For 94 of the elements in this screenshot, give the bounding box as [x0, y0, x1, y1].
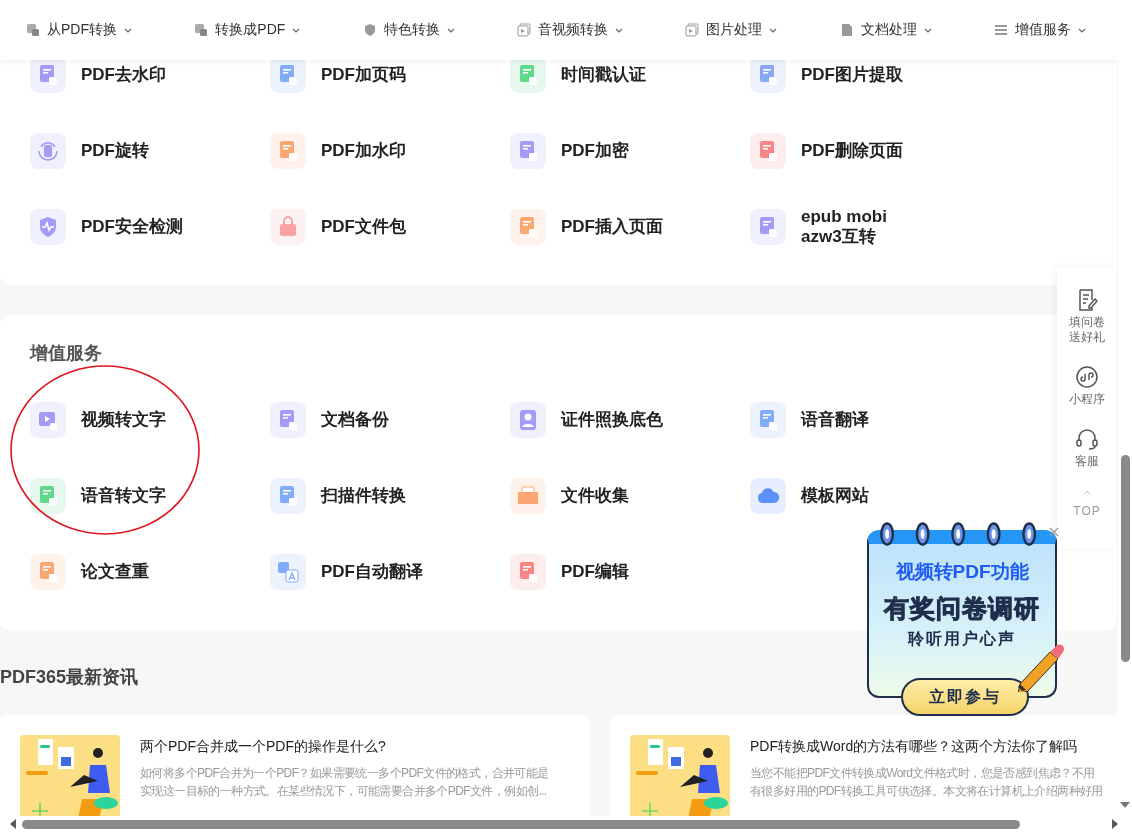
article-title[interactable]: PDF转换成Word的方法有哪些？这两个方法你了解吗 — [750, 736, 1078, 756]
scroll-thumb[interactable] — [1121, 455, 1130, 662]
tool-link[interactable]: 语音翻译 — [801, 410, 869, 430]
caret-icon — [124, 27, 132, 33]
tool-link[interactable]: PDF删除页面 — [801, 141, 903, 161]
convert-icon — [194, 23, 209, 37]
scroll-left-icon[interactable] — [10, 819, 16, 829]
caret-icon — [615, 27, 623, 33]
rotate-icon — [30, 133, 66, 169]
tool-link[interactable]: 语音转文字 — [81, 486, 166, 506]
document-icon — [510, 57, 546, 93]
side-label[interactable]: 填问卷送好礼 — [1069, 315, 1105, 345]
pdf-icon — [26, 23, 40, 37]
tool-link[interactable]: 文件收集 — [561, 486, 629, 506]
tool-link[interactable]: PDF文件包 — [321, 217, 406, 237]
tool-link[interactable]: 模板网站 — [801, 486, 869, 506]
headset-icon[interactable] — [1075, 427, 1099, 451]
close-icon[interactable] — [1049, 527, 1059, 537]
document-icon — [270, 402, 306, 438]
scroll-thumb[interactable] — [22, 819, 1020, 829]
nav-menu[interactable]: 图片处理 — [685, 21, 778, 39]
tool-link[interactable]: 时间戳认证 — [561, 65, 646, 85]
video-icon — [517, 23, 531, 37]
caret-icon — [446, 27, 455, 33]
document-icon — [270, 478, 306, 514]
tool-link[interactable]: PDF插入页面 — [561, 217, 663, 237]
link-icon[interactable] — [1075, 365, 1099, 389]
article-excerpt: 如何将多个PDF合并为一个PDF？如果需要统一多个PDF文件的格式，合并可能是 — [140, 765, 549, 782]
document-icon — [750, 402, 786, 438]
document-icon — [270, 133, 306, 169]
image-icon — [685, 23, 700, 37]
article-card[interactable]: PDF转换成Word的方法有哪些？这两个方法你了解吗 当您不能把PDF文件转换成Word文件格式时，您是否感到焦虑？不用 有很多好用的PDF转换工具可供选择。本文将在计算机上介绍两种好用 — [610, 715, 1118, 816]
scroll-right-icon[interactable] — [1112, 819, 1118, 829]
article-title[interactable]: 两个PDF合并成一个PDF的操作是什么? — [140, 736, 386, 756]
article-card[interactable]: 两个PDF合并成一个PDF的操作是什么? 如何将多个PDF合并为一个PDF？如果需要统一多个PDF文件的格式，合并可能是 实现这一目标的一种方式。在某些情况下，可能需要合并多个PDF文件，例如创... — [0, 715, 590, 816]
document-icon — [839, 23, 854, 37]
nav-menu[interactable]: 文档处理 — [839, 21, 932, 39]
nav-menu[interactable]: 特色转换 — [362, 21, 455, 39]
translate-icon — [270, 554, 306, 590]
side-label[interactable]: 客服 — [1069, 454, 1105, 469]
tool-link[interactable]: PDF加密 — [561, 141, 629, 161]
article-excerpt: 当您不能把PDF文件转换成Word文件格式时，您是否感到焦虑？不用 — [750, 765, 1095, 782]
folder-icon — [510, 478, 546, 514]
document-icon — [30, 554, 66, 590]
document-icon — [30, 57, 66, 93]
nav-menu[interactable]: 音视频转换 — [517, 21, 623, 39]
banner-subtitle: 聆听用户心声 — [908, 629, 1016, 649]
nav-menu[interactable]: 从PDF转换 — [26, 21, 132, 39]
article-excerpt: 实现这一目标的一种方式。在某些情况下，可能需要合并多个PDF文件，例如创... — [140, 783, 547, 800]
tool-link[interactable]: PDF自动翻译 — [321, 562, 423, 582]
document-icon — [30, 478, 66, 514]
cloud-icon — [750, 478, 786, 514]
tool-link[interactable]: PDF旋转 — [81, 141, 149, 161]
tool-link[interactable]: PDF图片提取 — [801, 65, 903, 85]
join-button[interactable]: 立即参与 — [901, 678, 1029, 716]
tool-link[interactable]: PDF加水印 — [321, 141, 406, 161]
banner-title: 有奖问卷调研 — [884, 593, 1040, 624]
shield-icon — [362, 23, 377, 37]
shield-icon — [30, 209, 66, 245]
side-label[interactable]: 小程序 — [1069, 392, 1105, 407]
document-icon — [750, 133, 786, 169]
article-excerpt: 有很多好用的PDF转换工具可供选择。本文将在计算机上介绍两种好用 — [750, 783, 1103, 800]
banner-heading: 视频转PDF功能 — [895, 560, 1029, 584]
tool-link[interactable]: PDF加页码 — [321, 65, 406, 85]
tool-link[interactable]: PDF安全检测 — [81, 217, 183, 237]
document-icon — [750, 57, 786, 93]
tool-link[interactable]: 证件照换底色 — [561, 410, 663, 430]
section-title: 增值服务 — [30, 342, 102, 365]
section-title: PDF365最新资讯 — [0, 666, 139, 689]
tool-link[interactable]: PDF编辑 — [561, 562, 629, 582]
document-icon — [750, 209, 786, 245]
tool-link[interactable]: 扫描件转换 — [321, 486, 406, 506]
tool-link[interactable]: 论文查重 — [81, 562, 149, 582]
caret-icon — [769, 27, 778, 33]
bag-icon — [270, 209, 306, 245]
document-icon — [510, 133, 546, 169]
nav-menu[interactable]: 增值服务 — [993, 21, 1086, 39]
person-icon — [510, 402, 546, 438]
document-icon — [270, 57, 306, 93]
scroll-down-icon[interactable] — [1120, 802, 1130, 808]
document-icon — [510, 554, 546, 590]
caret-icon — [923, 27, 932, 33]
video-icon — [30, 402, 66, 438]
tool-link[interactable]: 文档备份 — [321, 410, 389, 430]
nav-menu[interactable]: 转换成PDF — [194, 21, 301, 39]
document-icon — [510, 209, 546, 245]
tool-link[interactable]: 视频转文字 — [81, 410, 166, 430]
caret-icon — [1077, 27, 1086, 33]
list-icon — [993, 23, 1008, 37]
horizontal-scrollbar[interactable] — [0, 816, 1132, 832]
caret-icon — [292, 27, 301, 33]
tool-link[interactable]: epub mobi azw3互转 — [801, 207, 921, 247]
tool-link[interactable]: PDF去水印 — [81, 65, 166, 85]
vertical-scrollbar[interactable] — [1118, 0, 1132, 816]
